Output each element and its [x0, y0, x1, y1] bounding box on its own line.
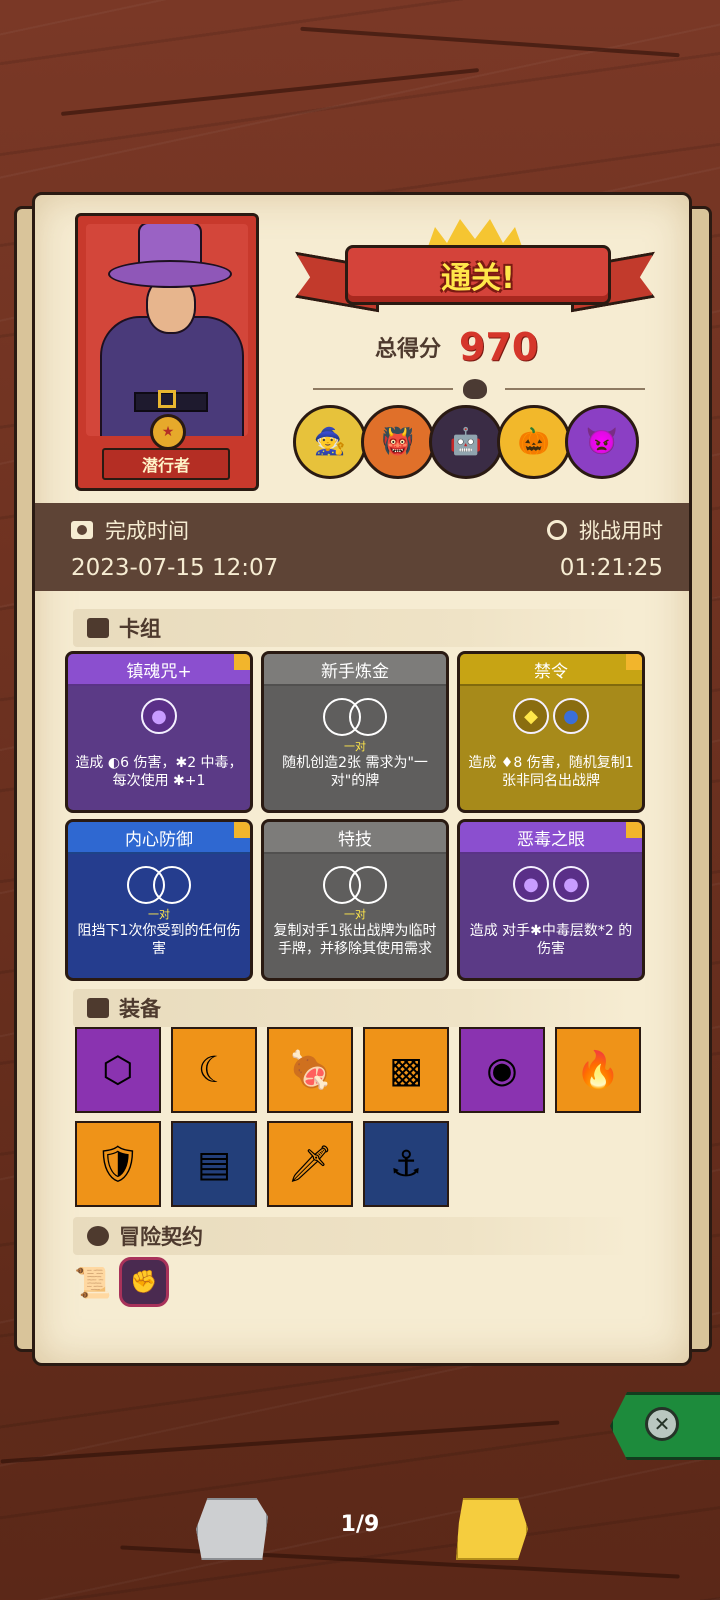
grape-gem-icon: ●	[141, 698, 177, 734]
card-title: 镇魂咒+	[68, 654, 250, 686]
box-icon	[87, 998, 109, 1018]
fire-gem-icon[interactable]: 🔥	[555, 1027, 641, 1113]
defeated-bosses: 🧙 👹 🤖 🎃 👿	[293, 405, 639, 479]
card-desc: 造成 ♦8 伤害，随机复制1张非同名出战牌	[468, 755, 634, 789]
clear-banner: 通关!	[295, 215, 655, 325]
pair-caption: 一对	[344, 908, 366, 921]
finish-time-value: 2023-07-15 12:07	[71, 555, 279, 581]
pair-icon	[323, 866, 387, 906]
skull-icon	[463, 379, 487, 399]
film-icon	[71, 521, 93, 539]
equipment-title: 装备	[119, 997, 161, 1021]
wooden-button-icon[interactable]: ◉	[459, 1027, 545, 1113]
card-edu-zhiyan[interactable]: 恶毒之眼 ● ● 造成 对手✱中毒层数*2 的伤害	[457, 819, 645, 981]
card-title: 新手炼金	[264, 654, 446, 686]
pair-caption: 一对	[148, 908, 170, 921]
card-title: 特技	[264, 822, 446, 854]
card-neixinfangyu[interactable]: 内心防御 一对 阻挡下1次你受到的任何伤害	[65, 819, 253, 981]
card-desc: 阻挡下1次你受到的任何伤害	[77, 923, 241, 957]
score-row: 总得分 970	[375, 325, 538, 369]
medal-icon: ★	[150, 414, 186, 450]
grape-gem-icon: ●	[513, 866, 549, 902]
card-desc: 随机创造2张 需求为"一对"的牌	[282, 755, 428, 789]
card-title: 内心防御	[68, 822, 250, 854]
score-label: 总得分	[375, 337, 442, 362]
dark-robot-boss-icon[interactable]: 🤖	[429, 405, 503, 479]
cube-icon[interactable]: ⬡	[75, 1027, 161, 1113]
pair-icon	[323, 698, 387, 738]
blueberry-gem-icon: ●	[553, 698, 589, 734]
next-page-button[interactable]	[456, 1498, 528, 1560]
card-xinshoulianjin[interactable]: 新手炼金 一对 随机创造2张 需求为"一对"的牌	[261, 651, 449, 813]
boss-divider	[293, 379, 665, 399]
page-indicator: 1/9	[340, 1512, 380, 1537]
contract-title: 冒险契约	[119, 1225, 203, 1249]
yellow-wizard-boss-icon[interactable]: 🧙	[293, 405, 367, 479]
result-panel: ★ 潜行者 通关! 总得分 970 🧙 👹 🤖 🎃 👿 完成时间 2023-07…	[32, 192, 692, 1366]
person-icon	[87, 1226, 109, 1246]
crystal-dagger-icon[interactable]: 🗡	[267, 1121, 353, 1207]
contract-header: 冒险契约	[73, 1217, 633, 1255]
card-desc: 造成 ◐6 伤害，✱2 中毒，每次使用 ✱+1	[75, 755, 243, 789]
deck-header: 卡组	[73, 609, 633, 647]
character-name: 潜行者	[102, 448, 230, 480]
green-scroll-icon[interactable]: ▩	[363, 1027, 449, 1113]
card-zhenhunzhou[interactable]: 镇魂咒+ ● 造成 ◐6 伤害，✱2 中毒，每次使用 ✱+1	[65, 651, 253, 813]
close-icon: ✕	[645, 1407, 679, 1441]
purple-demon-boss-icon[interactable]: 👿	[565, 405, 639, 479]
scroll-icon[interactable]: 📜	[71, 1261, 115, 1305]
card-title: 禁令	[460, 654, 642, 686]
duration-label: 挑战用时	[579, 519, 663, 543]
stopwatch-icon	[547, 520, 567, 540]
skull-shield-icon[interactable]: 🛡	[75, 1121, 161, 1207]
card-title: 恶毒之眼	[460, 822, 642, 854]
cards-icon	[87, 618, 109, 638]
card-teji[interactable]: 特技 一对 复制对手1张出战牌为临时手牌，并移除其使用需求	[261, 819, 449, 981]
iron-hook-icon[interactable]: ⚓	[363, 1121, 449, 1207]
equipment-header: 装备	[73, 989, 633, 1027]
grape-gem-icon: ●	[553, 866, 589, 902]
run-info: 完成时间 2023-07-15 12:07 挑战用时 01:21:25	[35, 503, 689, 591]
crescent-rock-icon[interactable]: ☾	[171, 1027, 257, 1113]
card-desc: 造成 对手✱中毒层数*2 的伤害	[469, 923, 633, 957]
character-portrait: ★ 潜行者	[75, 213, 259, 491]
card-desc: 复制对手1张出战牌为临时手牌，并移除其使用需求	[273, 923, 437, 957]
ham-leg-icon[interactable]: 🍖	[267, 1027, 353, 1113]
lemon-gem-icon: ◆	[513, 698, 549, 734]
finish-time-label: 完成时间	[105, 519, 189, 543]
duration-value: 01:21:25	[559, 555, 663, 581]
fist-badge-icon[interactable]: ✊	[119, 1257, 169, 1307]
deck-title: 卡组	[119, 617, 161, 641]
close-button[interactable]: ✕	[610, 1392, 720, 1460]
orange-ogre-boss-icon[interactable]: 👹	[361, 405, 435, 479]
pair-caption: 一对	[344, 740, 366, 753]
totem-icon[interactable]: ▤	[171, 1121, 257, 1207]
sunflower-pumpkin-boss-icon[interactable]: 🎃	[497, 405, 571, 479]
pair-icon	[127, 866, 191, 906]
card-jinling[interactable]: 禁令 ◆ ● 造成 ♦8 伤害，随机复制1张非同名出战牌	[457, 651, 645, 813]
prev-page-button[interactable]	[196, 1498, 268, 1560]
banner-text: 通关!	[441, 261, 515, 296]
score-value: 970	[459, 325, 539, 369]
